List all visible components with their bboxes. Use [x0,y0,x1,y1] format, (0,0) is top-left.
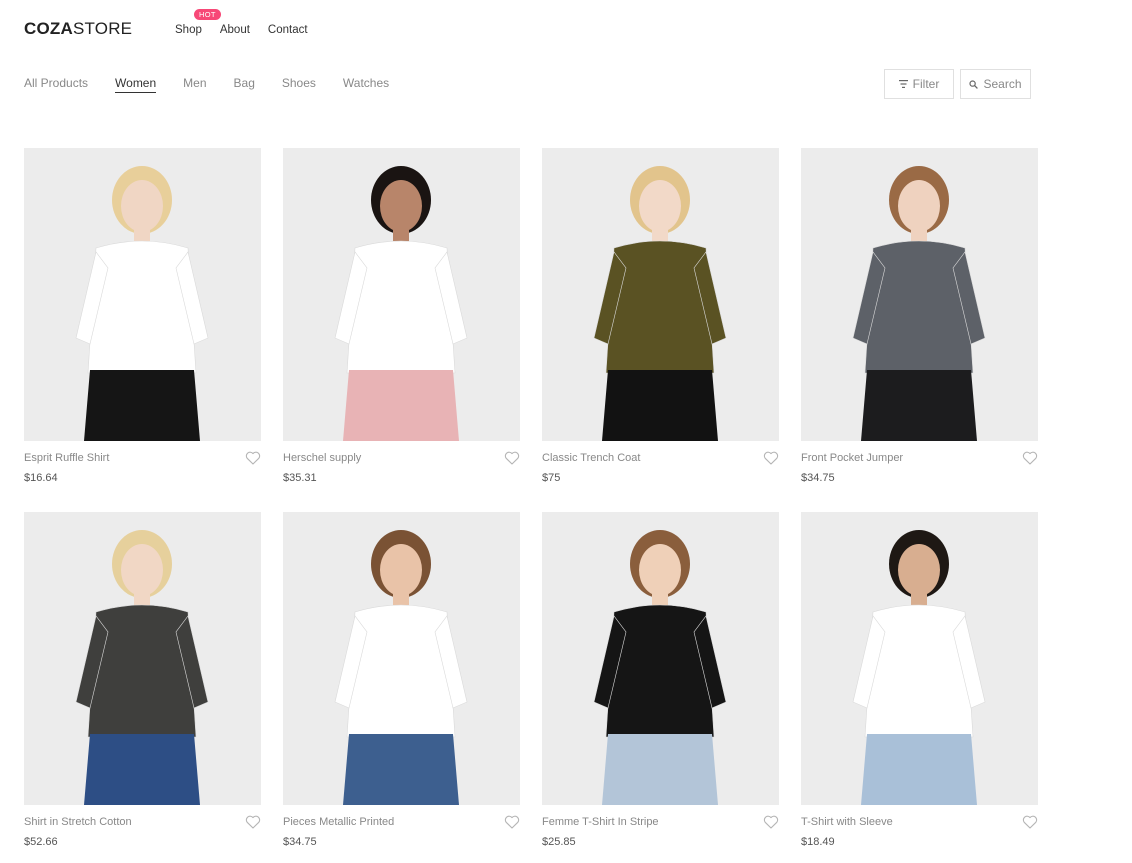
hot-badge: HOT [194,9,221,20]
wishlist-heart-icon[interactable] [504,451,520,465]
product-price: $75 [542,472,561,484]
product-name[interactable]: Shirt in Stretch Cotton [24,816,132,828]
product-price: $18.49 [801,836,835,848]
product-image[interactable] [283,512,520,805]
product-name[interactable]: Esprit Ruffle Shirt [24,452,109,464]
nav-contact[interactable]: Contact [268,24,308,36]
filter-icon [898,80,908,88]
product-image[interactable] [283,148,520,441]
wishlist-heart-icon[interactable] [763,815,779,829]
search-button-label: Search [983,77,1022,91]
filter-button-label: Filter [912,77,940,91]
product-card[interactable]: Shirt in Stretch Cotton $52.66 [24,512,261,848]
product-price: $34.75 [801,472,835,484]
product-name[interactable]: Classic Trench Coat [542,452,640,464]
filter-watches[interactable]: Watches [343,76,389,93]
product-price: $35.31 [283,472,317,484]
main-nav: Shop HOT About Contact [175,9,326,36]
wishlist-heart-icon[interactable] [504,815,520,829]
category-filters: All Products Women Men Bag Shoes Watches [24,76,416,93]
product-price: $52.66 [24,836,58,848]
search-button[interactable]: Search [960,69,1031,99]
product-image[interactable] [24,148,261,441]
product-price: $16.64 [24,472,58,484]
product-name[interactable]: Femme T-Shirt In Stripe [542,816,659,828]
filter-men[interactable]: Men [183,76,206,93]
product-card[interactable]: Classic Trench Coat $75 [542,148,779,484]
filter-button[interactable]: Filter [884,69,954,99]
product-card[interactable]: T-Shirt with Sleeve $18.49 [801,512,1038,848]
store-logo[interactable]: COZASTORE [24,19,132,39]
product-card[interactable]: Front Pocket Jumper $34.75 [801,148,1038,484]
wishlist-heart-icon[interactable] [1022,815,1038,829]
filter-all-products[interactable]: All Products [24,76,88,93]
nav-shop[interactable]: Shop HOT [175,9,221,36]
product-card[interactable]: Femme T-Shirt In Stripe $25.85 [542,512,779,848]
logo-light: STORE [72,19,133,38]
nav-about[interactable]: About [220,24,250,36]
wishlist-heart-icon[interactable] [245,451,261,465]
search-icon [969,79,979,89]
product-price: $34.75 [283,836,317,848]
wishlist-heart-icon[interactable] [1022,451,1038,465]
product-image[interactable] [24,512,261,805]
filter-bag[interactable]: Bag [234,76,255,93]
product-name[interactable]: Herschel supply [283,452,361,464]
product-card[interactable]: Pieces Metallic Printed $34.75 [283,512,520,848]
filter-women[interactable]: Women [115,76,157,93]
product-name[interactable]: T-Shirt with Sleeve [801,816,893,828]
product-image[interactable] [801,512,1038,805]
logo-bold: COZA [24,19,73,38]
nav-shop-label: Shop [175,24,202,36]
product-card[interactable]: Esprit Ruffle Shirt $16.64 [24,148,261,484]
product-name[interactable]: Front Pocket Jumper [801,452,903,464]
wishlist-heart-icon[interactable] [763,451,779,465]
product-card[interactable]: Herschel supply $35.31 [283,148,520,484]
filter-shoes[interactable]: Shoes [282,76,316,93]
product-image[interactable] [542,512,779,805]
wishlist-heart-icon[interactable] [245,815,261,829]
product-name[interactable]: Pieces Metallic Printed [283,816,394,828]
product-image[interactable] [542,148,779,441]
product-image[interactable] [801,148,1038,441]
product-price: $25.85 [542,836,576,848]
